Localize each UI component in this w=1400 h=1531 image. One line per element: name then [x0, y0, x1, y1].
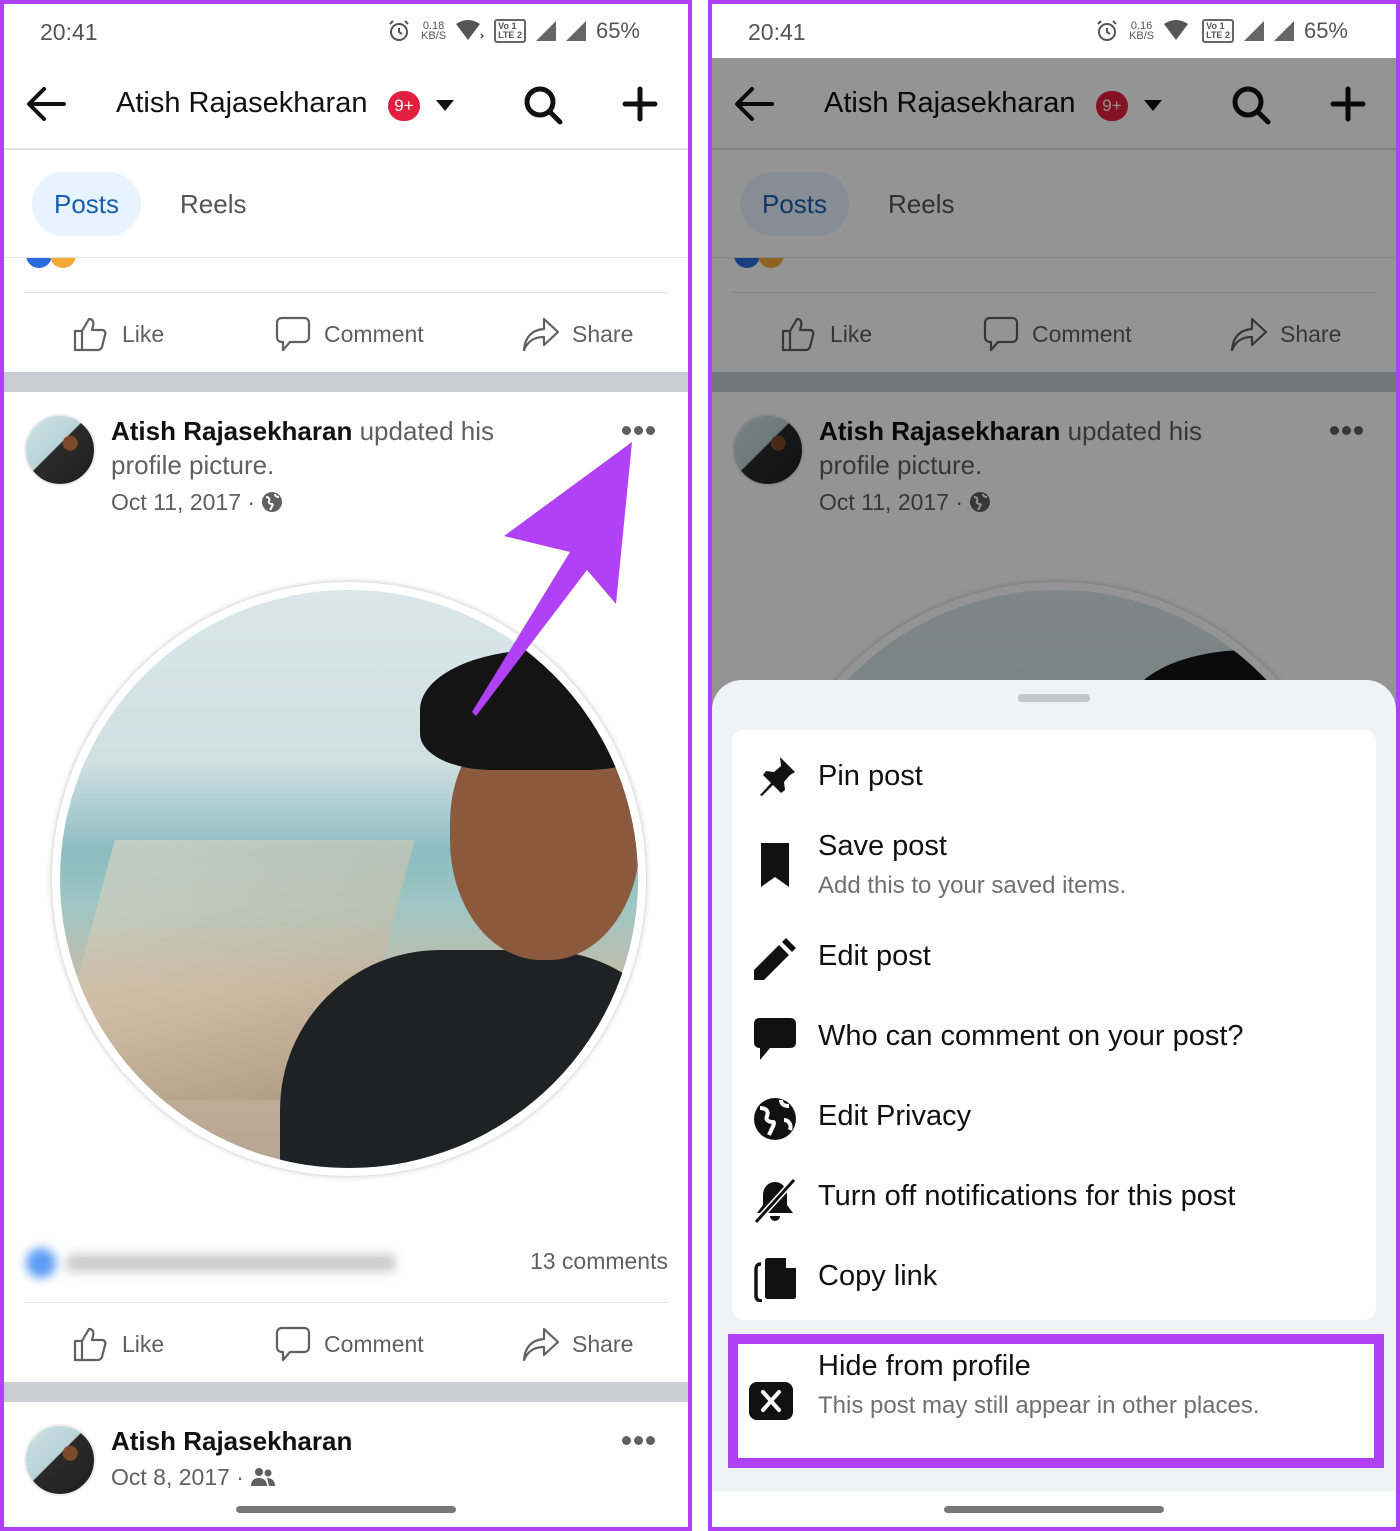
menu-item-who-can-comment[interactable]: Who can comment on your post?	[732, 1010, 1376, 1090]
bell-off-icon	[753, 1178, 797, 1224]
search-icon[interactable]	[522, 84, 564, 126]
thumbs-up-icon	[73, 317, 107, 352]
like-button[interactable]: Like	[72, 294, 164, 374]
pencil-icon	[754, 938, 796, 980]
post-options-sheet: Pin post Save post Add this to your save…	[712, 680, 1396, 1527]
profile-title[interactable]: Atish Rajasekharan	[116, 87, 367, 120]
chevron-down-icon[interactable]	[436, 100, 454, 111]
notification-badge: 9+	[388, 91, 420, 121]
menu-item-save-post[interactable]: Save post Add this to your saved items.	[732, 826, 1376, 930]
status-bar: 20:41 0.16 KB/S Vo 1 LTE 2 65%	[712, 4, 1396, 58]
divider	[24, 292, 668, 293]
like-reaction-icon	[26, 258, 52, 268]
status-time: 20:41	[40, 19, 98, 45]
menu-item-turn-off-notifications[interactable]: Turn off notifications for this post	[732, 1170, 1376, 1250]
post-separator	[4, 1382, 688, 1402]
post-meta: Oct 8, 2017 ·	[111, 1464, 276, 1491]
network-speed: 0.16 KB/S	[1129, 20, 1155, 42]
more-options-button[interactable]	[622, 426, 656, 436]
battery-level: 65%	[595, 18, 640, 43]
post-author[interactable]: Atish Rajasekharan	[111, 416, 352, 446]
copy-icon	[754, 1258, 796, 1302]
home-indicator	[944, 1506, 1164, 1513]
more-options-button[interactable]	[622, 1436, 656, 1446]
share-icon	[522, 1327, 560, 1362]
wifi-icon	[1164, 20, 1189, 40]
reaction-summary-cut	[4, 258, 688, 270]
battery-level: 65%	[1303, 18, 1348, 43]
globe-icon	[262, 492, 283, 512]
wow-reaction-icon	[50, 258, 76, 268]
comment-button[interactable]: Comment	[274, 1304, 424, 1384]
comment-icon	[275, 316, 311, 352]
sheet-drag-handle[interactable]	[1018, 694, 1090, 702]
plus-icon[interactable]	[622, 86, 658, 122]
menu-item-hide-from-profile[interactable]: Hide from profile This post may still ap…	[728, 1334, 1384, 1468]
tab-posts[interactable]: Posts	[32, 172, 142, 236]
post-action-text: updated his	[359, 416, 495, 446]
signal-icon-2	[565, 21, 586, 41]
status-time: 20:41	[748, 19, 806, 45]
network-speed: 0.18 KB/S	[421, 20, 447, 42]
post-meta: Oct 11, 2017 ·	[111, 489, 283, 516]
post-date[interactable]: Oct 8, 2017 ·	[111, 1464, 244, 1490]
status-bar: 20:41 0.18 KB/S Vo 1 LTE 2 65%	[4, 4, 688, 58]
comment-button[interactable]: Comment	[274, 294, 424, 374]
post-author[interactable]: Atish Rajasekharan	[111, 1426, 352, 1457]
avatar[interactable]	[24, 414, 96, 486]
avatar[interactable]	[24, 1424, 96, 1496]
post-date[interactable]: Oct 11, 2017 ·	[111, 489, 255, 515]
divider	[24, 1302, 668, 1303]
post-actions: Like Comment Share	[4, 1304, 688, 1384]
menu-item-edit-privacy[interactable]: Edit Privacy	[732, 1090, 1376, 1170]
share-button[interactable]: Share	[522, 1304, 633, 1384]
menu-item-pin-post[interactable]: Pin post	[732, 730, 1376, 826]
menu-item-edit-post[interactable]: Edit post	[732, 930, 1376, 1010]
like-button[interactable]: Like	[72, 1304, 164, 1384]
bookmark-icon	[761, 843, 789, 887]
phone-screen-right: 20:41 0.16 KB/S Vo 1 LTE 2 65% Atish Rajas…	[708, 0, 1400, 1531]
speech-bubble-icon	[754, 1018, 796, 1060]
app-bar: Atish Rajasekharan 9+	[4, 58, 688, 150]
phone-screen-left: 20:41 0.18 KB/S Vo 1 LTE 2 65% Atish Rajas…	[0, 0, 692, 1531]
signal-icon-2	[1273, 21, 1294, 41]
comments-count[interactable]: 13 comments	[530, 1248, 668, 1275]
signal-icon-1	[1243, 21, 1264, 41]
thumbs-up-icon	[73, 1327, 107, 1362]
post-separator	[4, 372, 688, 392]
wifi-icon	[456, 20, 485, 40]
signal-icon-1	[535, 21, 556, 41]
post-action-text-2: profile picture.	[111, 450, 275, 480]
comment-icon	[275, 1326, 311, 1362]
profile-picture-image[interactable]	[52, 582, 646, 1176]
lte-indicator: Vo 1 LTE 2	[1202, 19, 1234, 43]
friends-icon	[251, 1468, 276, 1486]
globe-icon	[754, 1098, 796, 1140]
lte-indicator: Vo 1 LTE 2	[494, 19, 526, 43]
reaction-summary-blurred	[26, 1246, 396, 1280]
share-icon	[522, 317, 560, 352]
menu-item-copy-link[interactable]: Copy link	[732, 1250, 1376, 1330]
profile-tabs: Posts Reels	[4, 152, 688, 258]
pin-icon	[760, 757, 795, 796]
close-square-icon	[749, 1382, 793, 1420]
back-arrow-icon[interactable]	[24, 84, 68, 124]
home-indicator	[236, 1506, 456, 1513]
alarm-icon	[389, 20, 409, 41]
options-card: Pin post Save post Add this to your save…	[732, 730, 1376, 1320]
alarm-icon	[1097, 20, 1117, 41]
tab-reels[interactable]: Reels	[158, 172, 268, 236]
post-actions: Like Comment Share	[4, 294, 688, 374]
share-button[interactable]: Share	[522, 294, 633, 374]
